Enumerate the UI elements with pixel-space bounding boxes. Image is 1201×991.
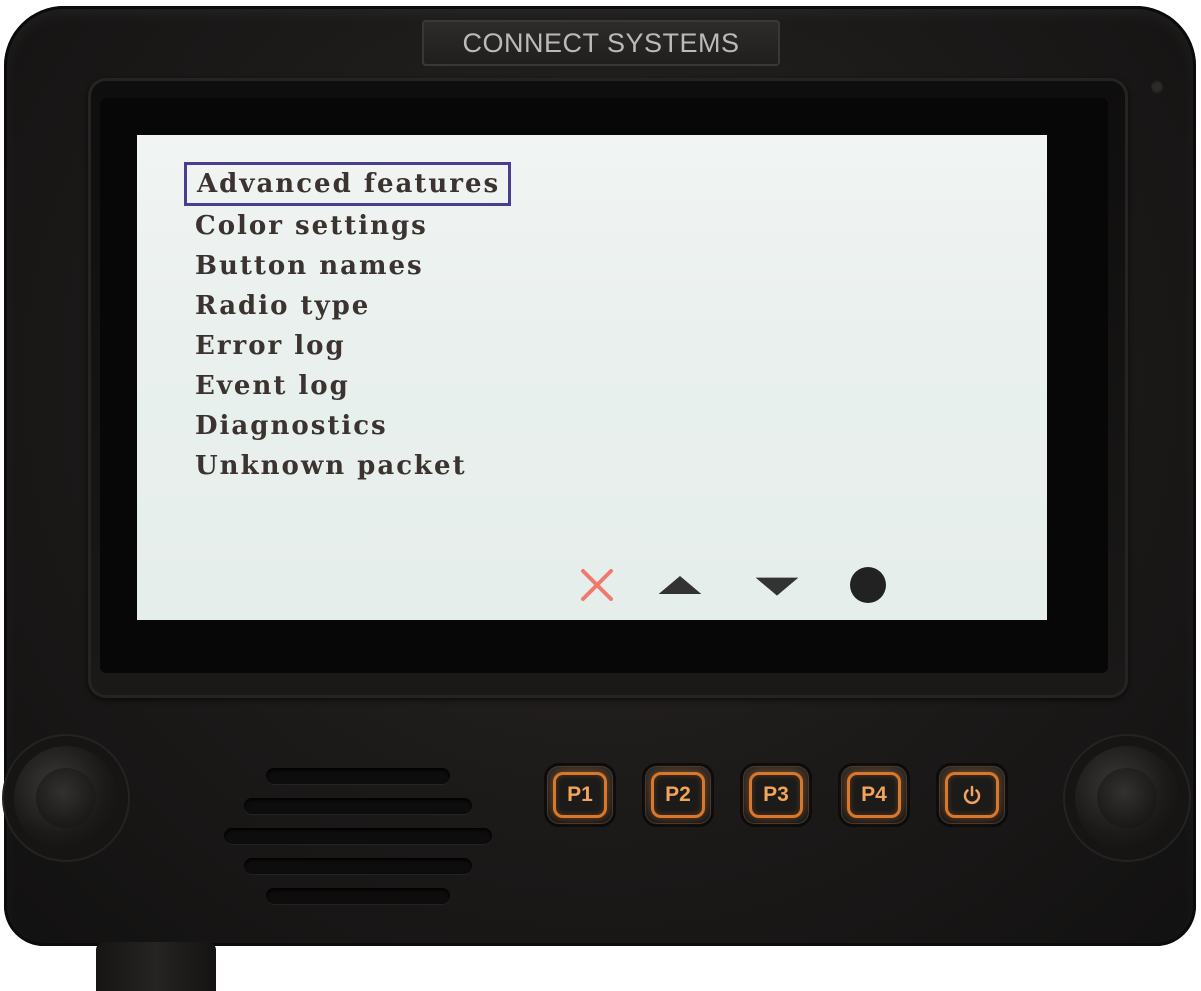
lcd-screen: Advanced features Color settings Button … <box>137 135 1047 620</box>
close-icon <box>581 569 613 601</box>
menu-item-label: Radio type <box>195 291 371 321</box>
speaker-slot <box>244 798 472 814</box>
menu-item-diagnostics[interactable]: Diagnostics <box>195 407 388 445</box>
p4-button[interactable]: P4 <box>841 766 907 824</box>
menu-item-label: Button names <box>195 251 424 281</box>
scroll-down-softkey[interactable] <box>754 563 800 607</box>
p4-button-label: P4 <box>847 772 901 818</box>
speaker-grille <box>218 760 498 930</box>
menu-item-button-names[interactable]: Button names <box>195 247 424 285</box>
menu-item-label: Color settings <box>195 211 428 241</box>
right-rotary-knob[interactable] <box>1075 746 1179 850</box>
device-photo: CONNECT SYSTEMS Advanced features Color … <box>0 0 1201 991</box>
brand-label: CONNECT SYSTEMS <box>422 20 780 66</box>
left-rotary-knob[interactable] <box>14 746 118 850</box>
speaker-slot <box>244 858 472 874</box>
p3-button[interactable]: P3 <box>743 766 809 824</box>
up-arrow-icon <box>658 575 702 595</box>
menu-item-label: Error log <box>195 331 346 361</box>
menu-item-error-log[interactable]: Error log <box>195 327 346 365</box>
settings-menu: Advanced features Color settings Button … <box>137 135 1047 620</box>
p2-button-label: P2 <box>651 772 705 818</box>
status-indicator-light <box>1150 80 1164 94</box>
menu-item-unknown-packet[interactable]: Unknown packet <box>195 447 467 485</box>
power-button-cap <box>945 772 999 818</box>
cable-connector <box>96 942 216 991</box>
select-dot-icon <box>850 567 886 603</box>
power-icon <box>963 785 981 805</box>
down-arrow-icon <box>755 577 799 596</box>
p3-button-label: P3 <box>749 772 803 818</box>
speaker-slot <box>266 768 450 784</box>
menu-item-event-log[interactable]: Event log <box>195 367 350 405</box>
power-button[interactable] <box>939 766 1005 824</box>
menu-item-label: Event log <box>195 371 350 401</box>
menu-item-radio-type[interactable]: Radio type <box>195 287 370 325</box>
cancel-softkey[interactable] <box>574 563 620 607</box>
select-softkey[interactable] <box>845 563 891 607</box>
scroll-up-softkey[interactable] <box>657 563 703 607</box>
speaker-slot <box>266 888 450 904</box>
menu-item-label: Diagnostics <box>195 411 388 441</box>
softkey-bar <box>137 563 1047 607</box>
menu-item-advanced-features[interactable]: Advanced features <box>184 162 512 206</box>
p1-button[interactable]: P1 <box>547 766 613 824</box>
menu-item-color-settings[interactable]: Color settings <box>195 207 428 245</box>
p1-button-label: P1 <box>553 772 607 818</box>
speaker-slot <box>224 828 492 844</box>
menu-item-label: Unknown packet <box>195 451 467 481</box>
menu-item-label: Advanced features <box>197 169 501 199</box>
p2-button[interactable]: P2 <box>645 766 711 824</box>
